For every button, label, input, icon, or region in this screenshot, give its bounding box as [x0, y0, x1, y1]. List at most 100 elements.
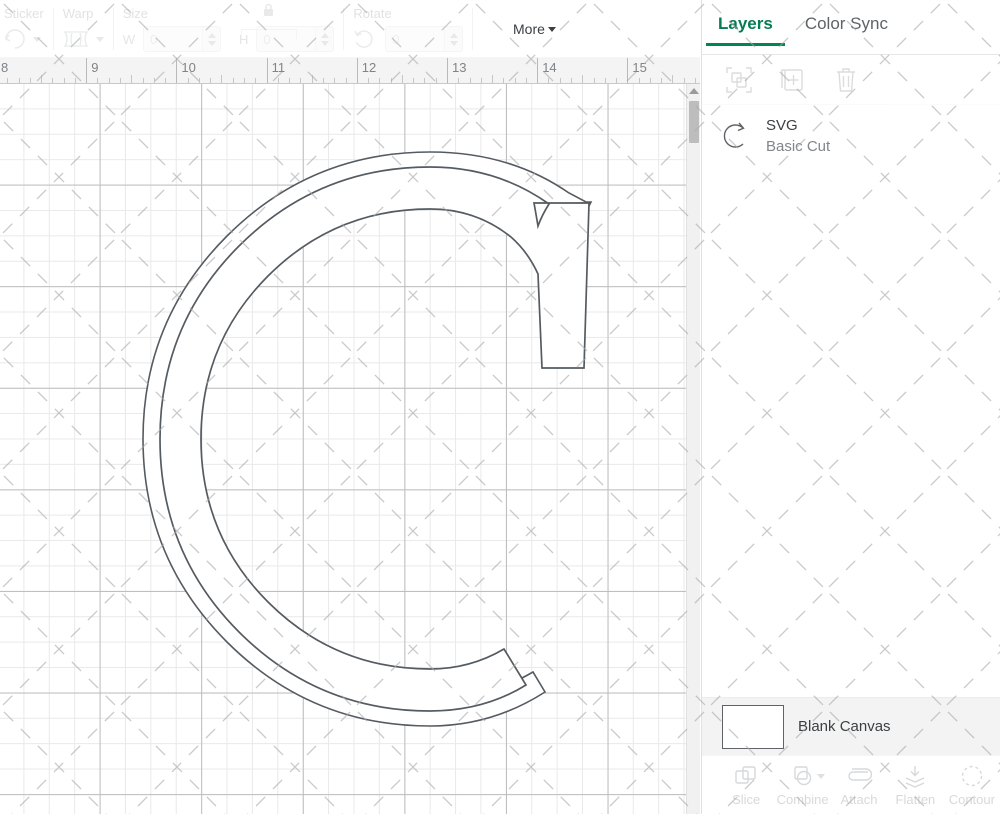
rotate-stepper[interactable] [444, 27, 463, 51]
warp-icon[interactable] [63, 29, 89, 49]
group-icon[interactable] [726, 66, 752, 93]
list-item[interactable]: SVG Basic Cut [702, 105, 1000, 167]
width-input-field[interactable] [144, 27, 203, 51]
toolbar-divider [472, 8, 474, 50]
more-caret-icon [547, 26, 556, 32]
ruler-major-line [266, 58, 268, 83]
ruler-minor-tick [41, 75, 43, 83]
sticker-label: Sticker [4, 6, 44, 21]
ruler-tick: 14 [537, 58, 627, 83]
contour-button[interactable]: Contour [944, 763, 1000, 807]
ruler-tick-label: 10 [181, 60, 196, 75]
toolbar-group-warp[interactable]: Warp [63, 0, 104, 58]
ruler-tick: 11 [266, 58, 357, 83]
ruler-minor-tick [401, 75, 403, 83]
layer-title: SVG [766, 116, 798, 134]
rotate-icon[interactable] [353, 29, 376, 50]
delete-icon[interactable] [834, 67, 858, 93]
combine-caret-icon[interactable] [816, 774, 825, 779]
flatten-icon [903, 763, 927, 789]
more-button[interactable]: More [513, 21, 556, 37]
flatten-label: Flatten [895, 792, 936, 807]
attach-label: Attach [840, 792, 878, 807]
width-label: W [122, 31, 136, 47]
ruler-tick-label: 8 [1, 60, 9, 75]
contour-label: Contour [948, 792, 995, 807]
ruler-tick: 8 [0, 58, 86, 83]
ruler-tick-label: 9 [91, 60, 99, 75]
contour-icon [960, 763, 984, 789]
ruler-tick-label: 13 [452, 60, 467, 75]
lock-icon[interactable] [261, 2, 276, 18]
width-input[interactable] [143, 26, 222, 52]
scrollbar-thumb[interactable] [689, 101, 699, 143]
height-stepper[interactable] [315, 27, 334, 51]
ruler-major-line [176, 58, 178, 83]
ruler-major-line [627, 58, 629, 83]
design-workspace: Sticker Warp Size W 0 H 0 Rotate 0 More … [0, 0, 1000, 814]
rotate-label: Rotate [353, 6, 392, 21]
ruler-tick: 15 [627, 58, 700, 83]
canvas-vertical-scrollbar[interactable] [686, 84, 700, 814]
tab-layers[interactable]: Layers [706, 14, 785, 46]
warp-label: Warp [62, 6, 94, 21]
blank-canvas-label: Blank Canvas [798, 718, 891, 735]
ruler-minor-tick [582, 75, 584, 83]
slice-button[interactable]: Slice [718, 763, 774, 807]
width-stepper[interactable] [202, 27, 221, 51]
blank-canvas-row[interactable]: Blank Canvas [702, 697, 1000, 755]
size-lock-group[interactable] [240, 2, 297, 39]
tab-color-sync[interactable]: Color Sync [805, 14, 888, 46]
rotate-input-field[interactable] [386, 27, 445, 51]
rotate-input[interactable] [385, 26, 464, 52]
horizontal-ruler: 8 9 10 11 12 13 14 15 [0, 58, 700, 84]
ruler-tick: 12 [356, 58, 447, 83]
toolbar-group-rotate: Rotate [353, 0, 464, 58]
blank-canvas-swatch[interactable] [722, 704, 784, 749]
top-toolbar: Sticker Warp Size W 0 H 0 Rotate 0 [0, 0, 700, 58]
ruler-minor-tick [311, 75, 313, 83]
warp-caret-icon[interactable] [95, 36, 104, 42]
duplicate-icon[interactable] [780, 67, 806, 93]
toolbar-divider [343, 8, 345, 50]
layer-list: SVG Basic Cut [702, 105, 1000, 167]
ruler-tick-label: 11 [271, 60, 286, 75]
sticker-icon[interactable] [4, 28, 26, 50]
slice-icon [734, 763, 758, 789]
ruler-minor-tick [221, 75, 223, 83]
flatten-button[interactable]: Flatten [887, 763, 943, 807]
ruler-major-line [356, 58, 358, 83]
toolbar-group-sticker[interactable]: Sticker [0, 0, 44, 58]
layer-actions-bar [702, 55, 1000, 105]
combine-button[interactable]: Combine [774, 763, 830, 807]
right-panel: Layers Color Sync SVG Basic Cut Blank Ca… [701, 0, 1000, 814]
design-canvas[interactable] [0, 84, 686, 814]
size-lock-bracket [240, 29, 297, 39]
attach-button[interactable]: Attach [831, 763, 887, 807]
attach-icon [846, 763, 873, 789]
panel-tabs: Layers Color Sync [702, 0, 1000, 55]
ruler-major-line [447, 58, 448, 83]
ruler-minor-tick [131, 75, 133, 83]
canvas-shape-layer [142, 151, 593, 727]
toolbar-divider [112, 8, 114, 50]
ruler-major-line [537, 58, 539, 83]
toolbar-divider [52, 8, 54, 50]
ruler-tick: 13 [447, 58, 537, 83]
combine-label: Combine [776, 792, 829, 807]
toolbar-group-size: Size W H [123, 0, 335, 58]
ruler-tick: 9 [86, 58, 176, 83]
ruler-tick-label: 15 [632, 60, 647, 75]
ruler-minor-tick [672, 75, 674, 83]
ruler-major-line [86, 58, 88, 83]
sticker-caret-icon[interactable] [33, 36, 41, 42]
more-label: More [513, 21, 545, 37]
layer-operations-bar: Slice Combine Attach Flatten Contour [702, 755, 1000, 814]
layer-subtitle: Basic Cut [766, 137, 831, 155]
scroll-up-arrow-icon[interactable] [687, 84, 700, 98]
layer-thumbnail [716, 117, 754, 155]
ruler-minor-tick [492, 75, 494, 83]
slice-label: Slice [732, 792, 761, 807]
combine-icon [791, 763, 815, 789]
ruler-tick-label: 12 [361, 60, 377, 75]
